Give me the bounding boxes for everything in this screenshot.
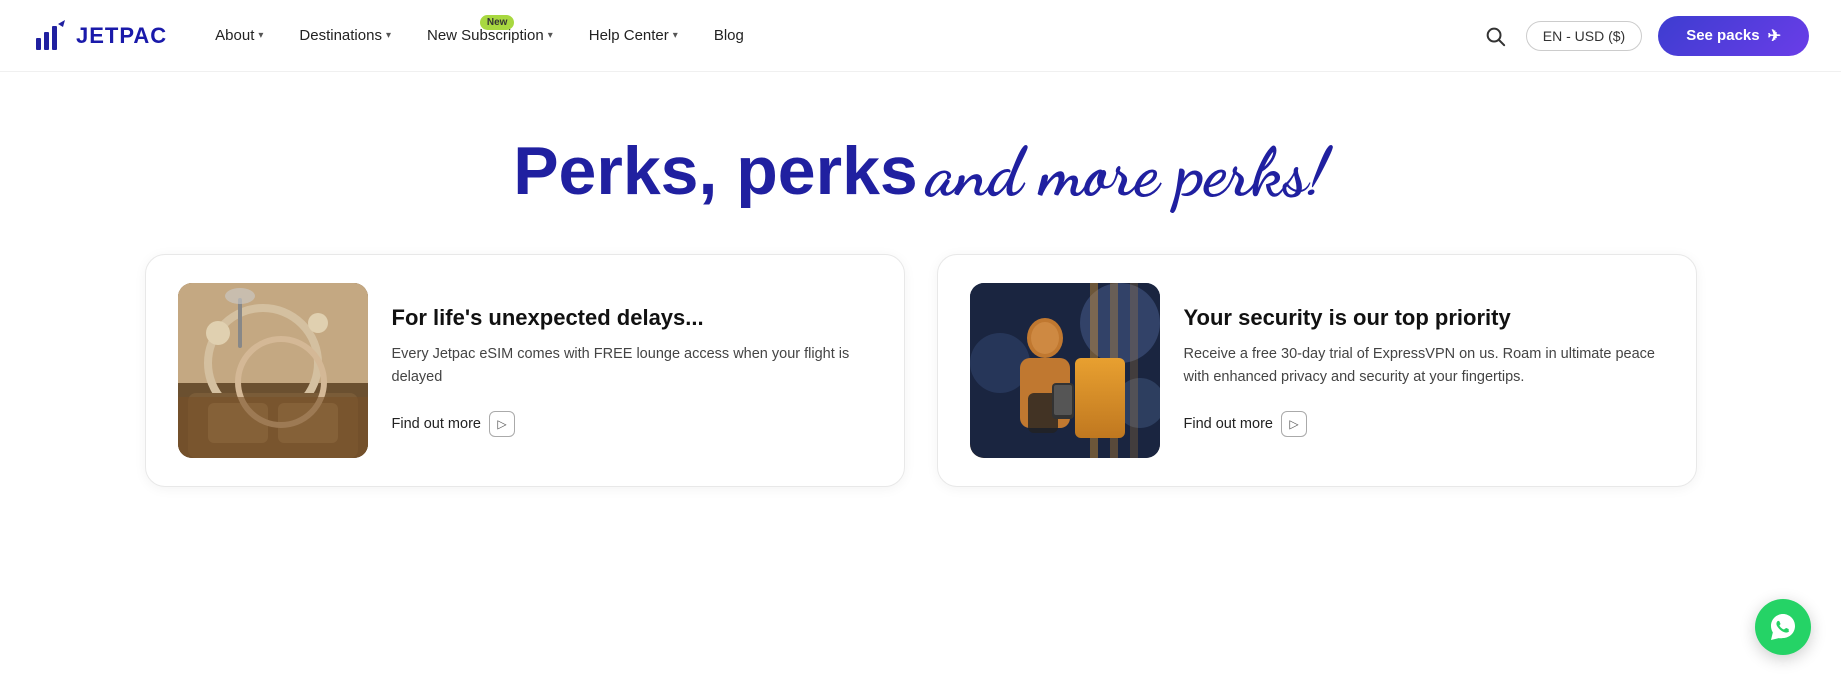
security-card-content: Your security is our top priority Receiv… bbox=[1184, 304, 1664, 437]
security-find-more-label: Find out more bbox=[1184, 416, 1273, 432]
nav-item-destinations[interactable]: Destinations ▾ bbox=[283, 19, 407, 52]
lounge-card-content: For life's unexpected delays... Every Je… bbox=[392, 304, 872, 437]
security-svg bbox=[970, 283, 1160, 458]
hero-heading: Perks, perks and more perks! bbox=[20, 132, 1821, 214]
logo-text: JETPAC bbox=[76, 23, 167, 49]
lounge-find-more-label: Find out more bbox=[392, 416, 481, 432]
security-find-more-link[interactable]: Find out more ▷ bbox=[1184, 411, 1664, 437]
about-chevron-icon: ▾ bbox=[258, 30, 263, 41]
nav-blog-label: Blog bbox=[714, 27, 744, 44]
lounge-find-more-link[interactable]: Find out more ▷ bbox=[392, 411, 872, 437]
nav-item-about[interactable]: About ▾ bbox=[199, 19, 279, 52]
logo-icon bbox=[32, 18, 68, 54]
hero-title-bold: Perks, perks bbox=[513, 133, 918, 209]
see-packs-button[interactable]: See packs ✈ bbox=[1658, 16, 1809, 56]
nav-item-blog[interactable]: Blog bbox=[698, 19, 760, 52]
nav-help-label: Help Center bbox=[589, 27, 669, 44]
lounge-card-image bbox=[178, 283, 368, 458]
nav-about-label: About bbox=[215, 27, 254, 44]
security-card: Your security is our top priority Receiv… bbox=[937, 254, 1697, 487]
lounge-card-description: Every Jetpac eSIM comes with FREE lounge… bbox=[392, 343, 872, 389]
search-button[interactable] bbox=[1480, 21, 1510, 51]
nav-links: About ▾ Destinations ▾ New New Subscript… bbox=[199, 19, 1480, 52]
plane-icon: ✈ bbox=[1768, 26, 1781, 46]
logo-link[interactable]: JETPAC bbox=[32, 18, 167, 54]
hero-section: Perks, perks and more perks! bbox=[0, 72, 1841, 254]
lounge-card-title: For life's unexpected delays... bbox=[392, 304, 872, 333]
whatsapp-button[interactable] bbox=[1755, 599, 1811, 655]
lounge-arrow-icon: ▷ bbox=[489, 411, 515, 437]
lounge-svg bbox=[178, 283, 368, 458]
nav-item-help[interactable]: Help Center ▾ bbox=[573, 19, 694, 52]
new-badge: New bbox=[480, 15, 515, 30]
whatsapp-icon bbox=[1767, 611, 1799, 643]
nav-destinations-label: Destinations bbox=[299, 27, 382, 44]
language-button[interactable]: EN - USD ($) bbox=[1526, 21, 1642, 51]
see-packs-label: See packs bbox=[1686, 27, 1759, 44]
security-card-description: Receive a free 30-day trial of ExpressVP… bbox=[1184, 343, 1664, 389]
help-chevron-icon: ▾ bbox=[673, 30, 678, 41]
lounge-card: For life's unexpected delays... Every Je… bbox=[145, 254, 905, 487]
nav-right: EN - USD ($) See packs ✈ bbox=[1480, 16, 1809, 56]
search-icon bbox=[1484, 25, 1506, 47]
subscription-chevron-icon: ▾ bbox=[548, 30, 553, 41]
destinations-chevron-icon: ▾ bbox=[386, 30, 391, 41]
hero-title-cursive: and more perks! bbox=[927, 132, 1328, 214]
navbar: JETPAC About ▾ Destinations ▾ New New Su… bbox=[0, 0, 1841, 72]
security-arrow-icon: ▷ bbox=[1281, 411, 1307, 437]
nav-item-subscription[interactable]: New New Subscription ▾ bbox=[411, 19, 569, 52]
security-card-image bbox=[970, 283, 1160, 458]
cards-row: For life's unexpected delays... Every Je… bbox=[0, 254, 1841, 519]
security-card-title: Your security is our top priority bbox=[1184, 304, 1664, 333]
